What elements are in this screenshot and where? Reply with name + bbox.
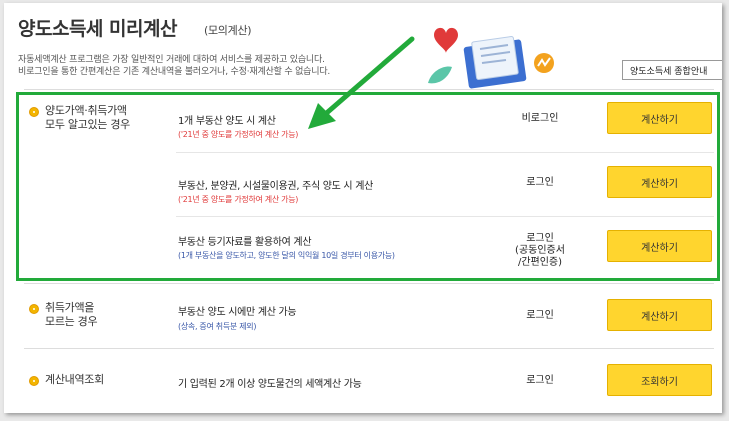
row-divider <box>24 348 714 349</box>
login-status: 로그인 <box>526 375 554 386</box>
arrow-annotation-icon <box>308 36 415 129</box>
calculate-button[interactable]: 계산하기 <box>607 299 712 331</box>
item-title: 기 입력된 2개 이상 양도물건의 세액계산 가능 <box>178 379 362 390</box>
item-note: (상속, 증여 취득분 제외) <box>178 322 257 331</box>
document-icon <box>463 36 527 89</box>
description-line-2: 비로그인을 통한 간편계산은 기존 계산내역을 불러오거나, 수정·재계산할 수… <box>18 67 331 77</box>
category-unknown-price: 취득가액을 모르는 경우 <box>29 301 98 329</box>
category-history: 계산내역조회 <box>29 373 104 387</box>
category-label-line: 취득가액을 <box>45 301 95 314</box>
bullet-icon <box>29 376 39 386</box>
category-label-line: 모르는 경우 <box>45 315 98 328</box>
page-frame: 양도소득세 미리계산 (모의계산) 자동세액계산 프로그램은 가장 일반적인 거… <box>4 3 722 413</box>
login-status: 로그인 <box>526 310 554 321</box>
leaf-icon <box>428 66 452 84</box>
row-divider <box>24 283 714 284</box>
page-title: 양도소득세 미리계산 <box>18 18 177 40</box>
guide-button[interactable]: 양도소득세 종합안내 <box>622 60 722 80</box>
bullet-icon <box>29 304 39 314</box>
chart-badge-icon <box>534 53 554 73</box>
heart-icon <box>434 27 458 53</box>
lookup-button[interactable]: 조회하기 <box>607 364 712 396</box>
header-illustration <box>428 27 554 89</box>
category-label-line: 계산내역조회 <box>45 373 104 386</box>
item-title: 부동산 양도 시에만 계산 가능 <box>178 307 297 318</box>
page-subtitle: (모의계산) <box>204 24 252 37</box>
